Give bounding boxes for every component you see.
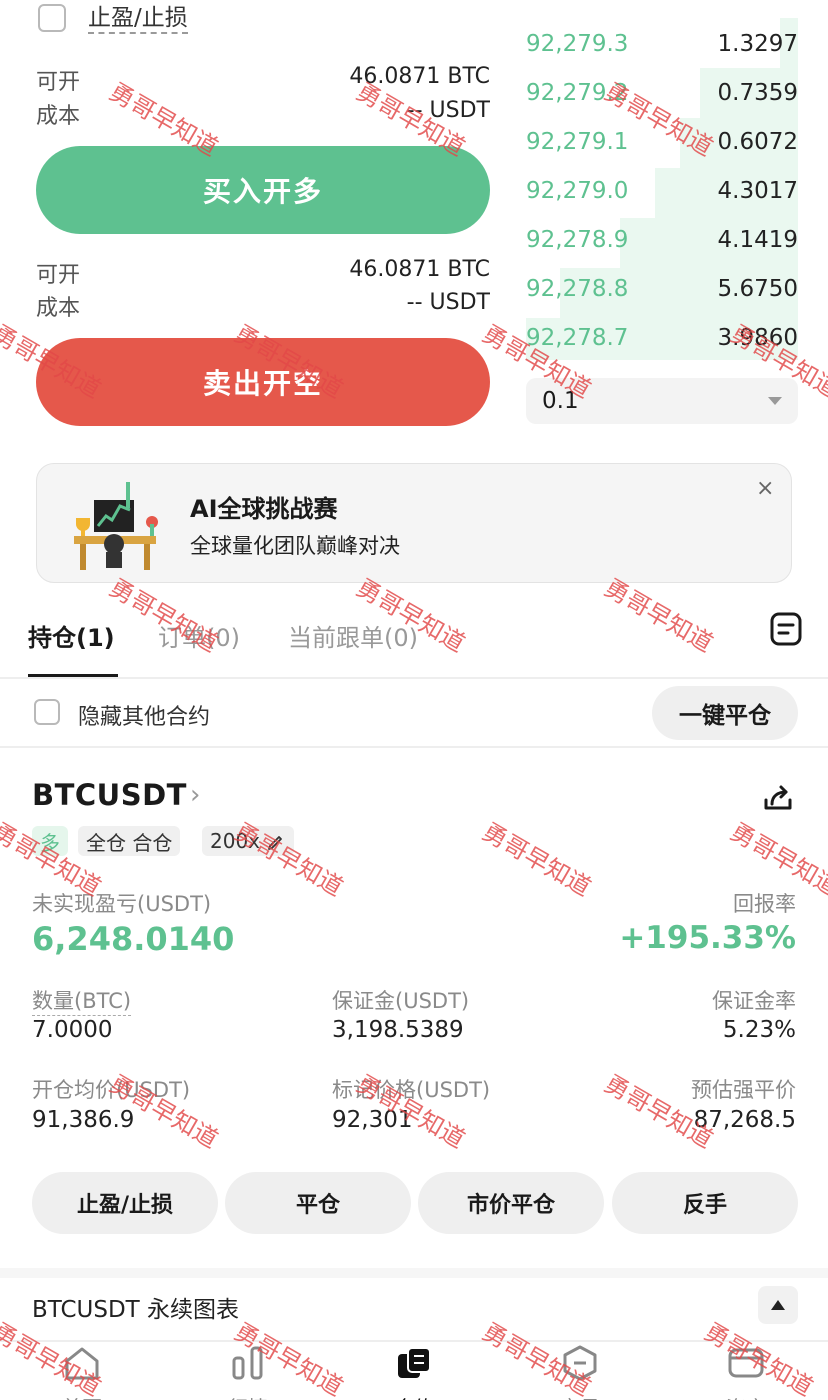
tab-positions[interactable]: 持仓(1) xyxy=(28,618,115,653)
market-bars-icon xyxy=(232,1346,263,1380)
ob-price: 92,279.2 xyxy=(526,80,629,106)
position-symbol[interactable]: BTCUSDT xyxy=(32,778,187,812)
home-icon xyxy=(65,1347,99,1380)
nav-futures-label: 合约 xyxy=(354,1392,474,1400)
buy-available-label: 可开 xyxy=(36,70,81,95)
margin-mode-badge: 全仓 合仓 xyxy=(78,826,181,856)
sell-available-value: 46.0871 BTC xyxy=(349,257,490,282)
nav-trade-label: 交易 xyxy=(520,1392,640,1400)
tab-orders[interactable]: 订单(0) xyxy=(158,618,240,653)
buy-cost-value: -- USDT xyxy=(406,98,490,123)
market-close-button[interactable]: 市价平仓 xyxy=(418,1172,604,1234)
ob-qty: 3.9860 xyxy=(717,325,798,351)
nav-market[interactable]: 行情 xyxy=(188,1344,308,1400)
nav-market-label: 行情 xyxy=(188,1392,308,1400)
document-list-icon[interactable] xyxy=(770,612,802,650)
ob-price: 92,279.3 xyxy=(526,31,629,57)
reverse-position-button[interactable]: 反手 xyxy=(612,1172,798,1234)
order-book-row[interactable]: 92,279.0 4.3017 xyxy=(526,171,798,211)
sell-cost-value: -- USDT xyxy=(406,290,490,315)
depth-step-select[interactable]: 0.1 xyxy=(526,378,798,424)
sell-open-short-button[interactable]: 卖出开空 xyxy=(36,338,490,426)
mark-price-label: 标记价格(USDT) xyxy=(332,1078,491,1102)
roe-label: 回报率 xyxy=(733,892,796,916)
nav-home-label: 首页 xyxy=(22,1392,142,1400)
share-icon[interactable] xyxy=(762,782,794,818)
wallet-icon xyxy=(728,1348,764,1378)
hide-other-contracts-checkbox[interactable] xyxy=(34,699,60,725)
tab-copy-trades[interactable]: 当前跟单(0) xyxy=(288,618,418,653)
divider xyxy=(0,746,828,748)
ob-qty: 0.7359 xyxy=(717,80,798,106)
leverage-badge[interactable]: 200x xyxy=(202,826,295,856)
divider xyxy=(0,677,828,679)
futures-icon xyxy=(398,1347,431,1378)
banner-subtitle: 全球量化团队巅峰对决 xyxy=(190,534,400,558)
ob-qty: 1.3297 xyxy=(717,31,798,57)
ob-price: 92,279.0 xyxy=(526,178,629,204)
hide-other-contracts-label[interactable]: 隐藏其他合约 xyxy=(78,699,210,731)
trade-hex-icon xyxy=(563,1345,597,1381)
entry-price-value: 91,386.9 xyxy=(32,1107,135,1133)
margin-ratio-label: 保证金率 xyxy=(712,989,796,1013)
buy-open-long-button[interactable]: 买入开多 xyxy=(36,146,490,234)
margin-label: 保证金(USDT) xyxy=(332,989,470,1013)
size-label: 数量(BTC) xyxy=(32,985,132,1016)
sell-cost-label: 成本 xyxy=(36,296,81,321)
watermark-text: 勇哥早知道 xyxy=(477,817,596,902)
tpsl-button[interactable]: 止盈/止损 xyxy=(32,1172,218,1234)
banner-title: AI全球挑战赛 xyxy=(190,495,338,523)
liquidation-price-value: 87,268.5 xyxy=(693,1107,796,1133)
nav-assets-label: 资产 xyxy=(686,1392,806,1400)
tpsl-label[interactable]: 止盈/止损 xyxy=(88,4,188,34)
close-position-button[interactable]: 平仓 xyxy=(225,1172,411,1234)
divider xyxy=(0,1340,828,1342)
liquidation-price-label: 预估强平价 xyxy=(691,1078,796,1102)
banner-close-icon[interactable]: × xyxy=(756,476,774,501)
depth-step-value: 0.1 xyxy=(542,388,579,414)
nav-home[interactable]: 首页 xyxy=(22,1344,142,1400)
trophy-desk-illustration-icon xyxy=(68,478,164,574)
entry-price-label: 开仓均价(USDT) xyxy=(32,1078,191,1102)
nav-assets[interactable]: 资产 xyxy=(686,1344,806,1400)
unrealized-pnl-label: 未实现盈亏(USDT) xyxy=(32,892,212,916)
unrealized-pnl-value: 6,248.0140 xyxy=(32,920,235,958)
triangle-up-icon xyxy=(771,1300,785,1310)
order-book-row[interactable]: 92,279.2 0.7359 xyxy=(526,73,798,113)
ob-qty: 0.6072 xyxy=(717,129,798,155)
ob-price: 92,278.8 xyxy=(526,276,629,302)
ob-price: 92,278.7 xyxy=(526,325,629,351)
perpetual-chart-title[interactable]: BTCUSDT 永续图表 xyxy=(32,1290,239,1324)
order-book-row[interactable]: 92,278.7 3.9860 xyxy=(526,318,798,358)
section-gap xyxy=(0,1268,828,1278)
close-all-positions-button[interactable]: 一键平仓 xyxy=(652,686,798,740)
sell-available-label: 可开 xyxy=(36,263,81,288)
nav-trade[interactable]: 交易 xyxy=(520,1344,640,1400)
tpsl-checkbox[interactable] xyxy=(38,4,66,32)
buy-cost-label: 成本 xyxy=(36,104,81,129)
ob-price: 92,279.1 xyxy=(526,129,629,155)
edit-pencil-icon xyxy=(268,836,282,850)
order-book-row[interactable]: 92,278.8 5.6750 xyxy=(526,269,798,309)
chevron-down-icon xyxy=(768,397,782,405)
collapse-chart-button[interactable] xyxy=(758,1286,798,1324)
ob-qty: 5.6750 xyxy=(717,276,798,302)
ob-price: 92,278.9 xyxy=(526,227,629,253)
ob-qty: 4.1419 xyxy=(717,227,798,253)
margin-ratio-value: 5.23% xyxy=(722,1017,796,1043)
position-side-badge: 多 xyxy=(32,826,68,856)
leverage-value: 200x xyxy=(210,829,261,853)
buy-available-value: 46.0871 BTC xyxy=(349,64,490,89)
mark-price-value: 92,301 xyxy=(332,1107,413,1133)
nav-futures[interactable]: 合约 xyxy=(354,1344,474,1400)
roe-value: +195.33% xyxy=(619,920,796,956)
order-book-row[interactable]: 92,279.1 0.6072 xyxy=(526,122,798,162)
order-book-row[interactable]: 92,278.9 4.1419 xyxy=(526,220,798,260)
chevron-right-icon[interactable]: › xyxy=(190,780,200,810)
margin-value: 3,198.5389 xyxy=(332,1017,464,1043)
order-book-row[interactable]: 92,279.3 1.3297 xyxy=(526,24,798,64)
ob-qty: 4.3017 xyxy=(717,178,798,204)
size-value: 7.0000 xyxy=(32,1017,113,1043)
